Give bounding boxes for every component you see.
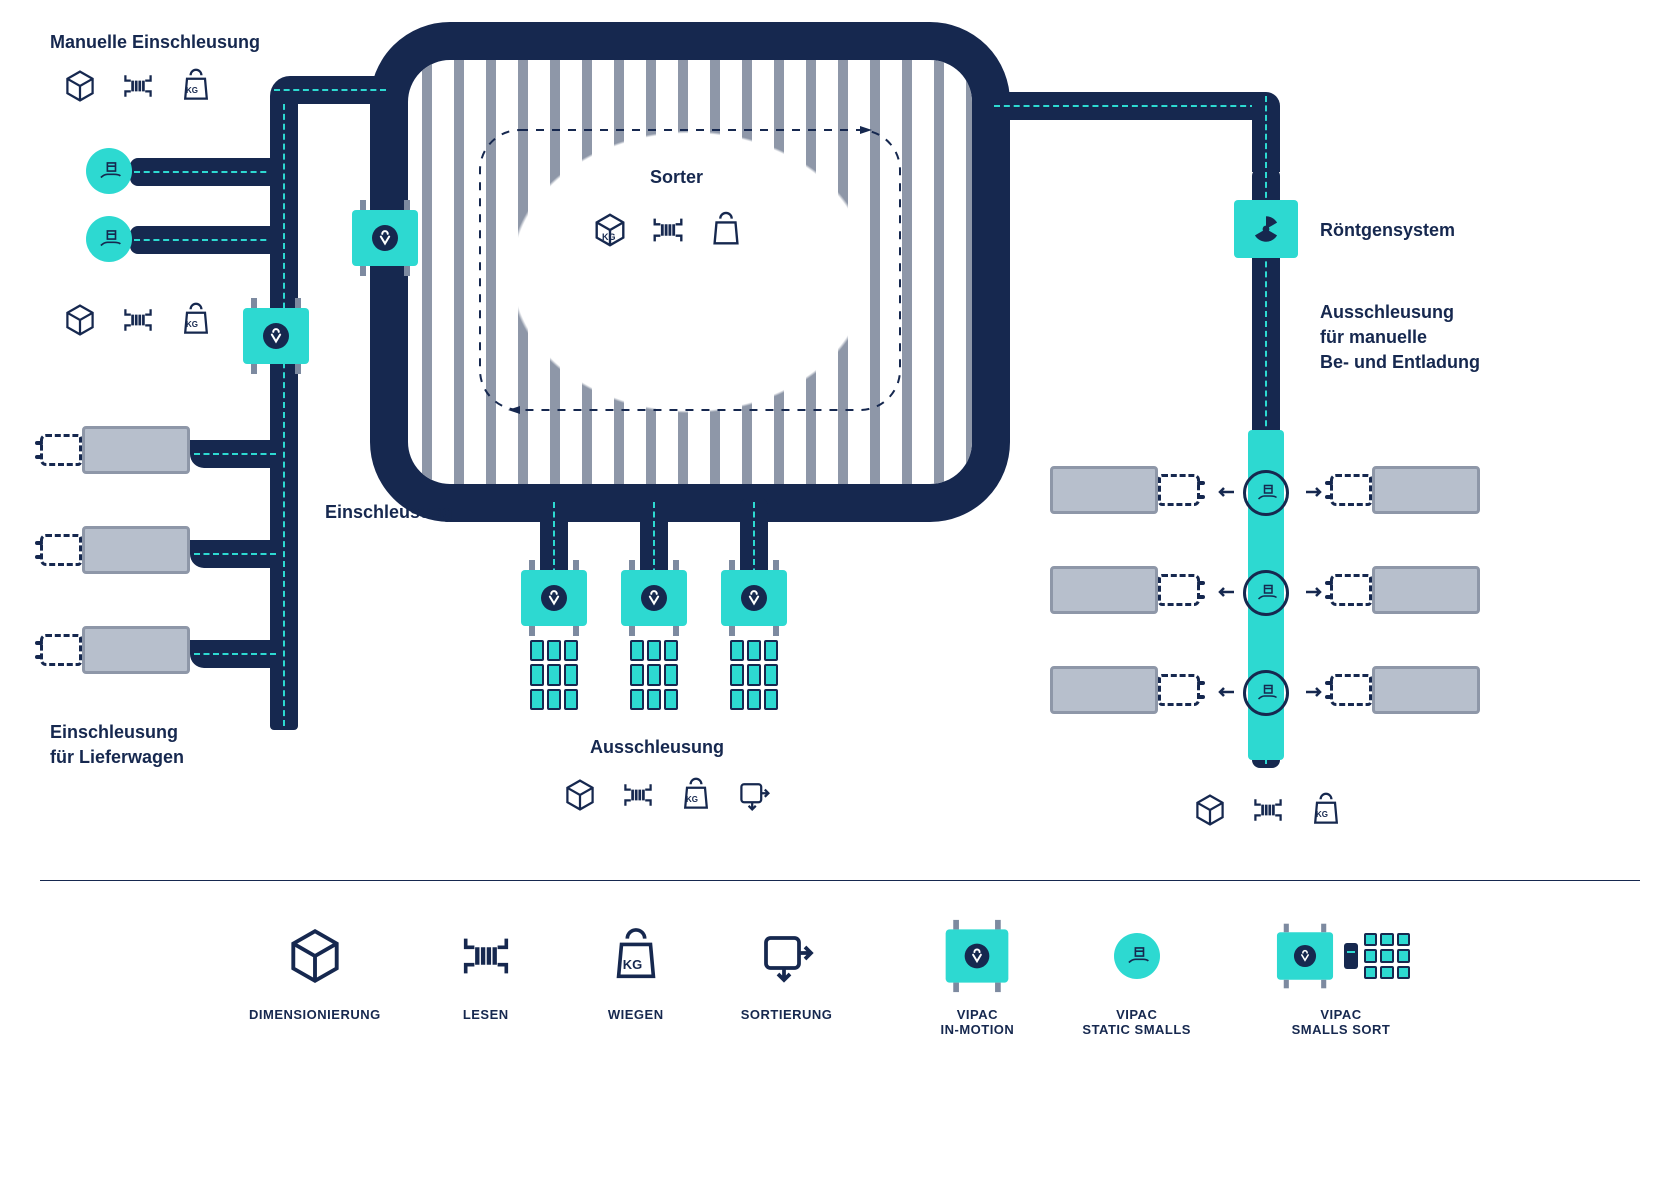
legend-weigh: KG WIEGEN: [591, 921, 681, 1037]
van-feed-2: [190, 540, 280, 568]
legend-sort: SORTIERUNG: [741, 921, 833, 1037]
right-truck-r1: [1330, 460, 1480, 524]
barcode-icon: [618, 775, 658, 815]
sort-grid-2: [630, 640, 678, 710]
barcode-icon: [118, 66, 158, 106]
left-trunk-conveyor: [270, 90, 298, 730]
right-truck-r2: [1330, 560, 1480, 624]
outlet-arrows: [1200, 460, 1340, 740]
cube-icon: [60, 300, 100, 340]
cube-icon: [1190, 790, 1230, 830]
manual-outlet-label: Ausschleusung für manuelle Be- und Entla…: [1320, 300, 1480, 376]
legend-vipac-static: VIPACSTATIC SMALLS: [1082, 921, 1191, 1037]
vipac-outlet-2: [621, 570, 687, 626]
vipac-in-motion-top: [352, 210, 418, 266]
kg-icon: KG: [1306, 790, 1346, 830]
right-truck-r3: [1330, 660, 1480, 724]
barcode-icon: [1248, 790, 1288, 830]
outlet-icons: KG: [560, 775, 774, 815]
van-feed-3: [190, 640, 280, 668]
van-feed-1: [190, 440, 280, 468]
left-top-curve: [270, 76, 390, 104]
van-induction-label: Einschleusung für Lieferwagen: [50, 720, 184, 770]
vipac-outlet-3: [721, 570, 787, 626]
induction-label: Einschleusung: [325, 500, 453, 525]
van-induction-icons: KG: [60, 300, 216, 340]
legend-dim: DIMENSIONIERUNG: [249, 921, 381, 1037]
sorter-label: Sorter: [650, 165, 703, 190]
legend-vipac-inmotion: VIPACIN-MOTION: [932, 921, 1022, 1037]
barcode-icon: [118, 300, 158, 340]
van-3: [40, 620, 190, 684]
vipac-in-motion-left: [243, 308, 309, 364]
cube-icon: [590, 210, 630, 250]
vipac-outlet-1: [521, 570, 587, 626]
cube-icon: [60, 66, 100, 106]
static-smalls-node: [86, 216, 132, 262]
kg-icon: KG: [176, 300, 216, 340]
manual-induction-label: Manuelle Einschleusung: [50, 30, 260, 55]
right-truck-l3: [1050, 660, 1200, 724]
outlet-label: Ausschleusung: [590, 735, 724, 760]
cube-icon: [560, 775, 600, 815]
van-2: [40, 520, 190, 584]
sort-icon: [734, 775, 774, 815]
kg-icon: KG: [676, 775, 716, 815]
xray-system: [1234, 200, 1298, 258]
manual-feed-line-1: [130, 158, 280, 186]
manual-feed-line-2: [130, 226, 280, 254]
manual-induction-icons: KG: [60, 66, 216, 106]
xray-label: Röntgensystem: [1320, 218, 1455, 243]
legend-vipac-smallssort: VIPACSMALLS SORT: [1251, 921, 1431, 1037]
kg-icon: KG: [706, 210, 746, 250]
barcode-icon: [648, 210, 688, 250]
right-truck-l2: [1050, 560, 1200, 624]
sorter-flow-arrows: [440, 90, 940, 450]
right-curve-conveyor: [1252, 92, 1280, 172]
legend-read: LESEN: [441, 921, 531, 1037]
static-smalls-node: [86, 148, 132, 194]
kg-icon: KG: [176, 66, 216, 106]
legend: DIMENSIONIERUNG LESEN KG WIEGEN SORTIERU…: [40, 880, 1640, 1037]
van-1: [40, 420, 190, 484]
sorter-icon-row: KG: [590, 210, 746, 250]
right-top-conveyor: [990, 92, 1260, 120]
right-bottom-icons: KG: [1190, 790, 1346, 830]
right-truck-l1: [1050, 460, 1200, 524]
sort-grid-3: [730, 640, 778, 710]
sort-grid-1: [530, 640, 578, 710]
